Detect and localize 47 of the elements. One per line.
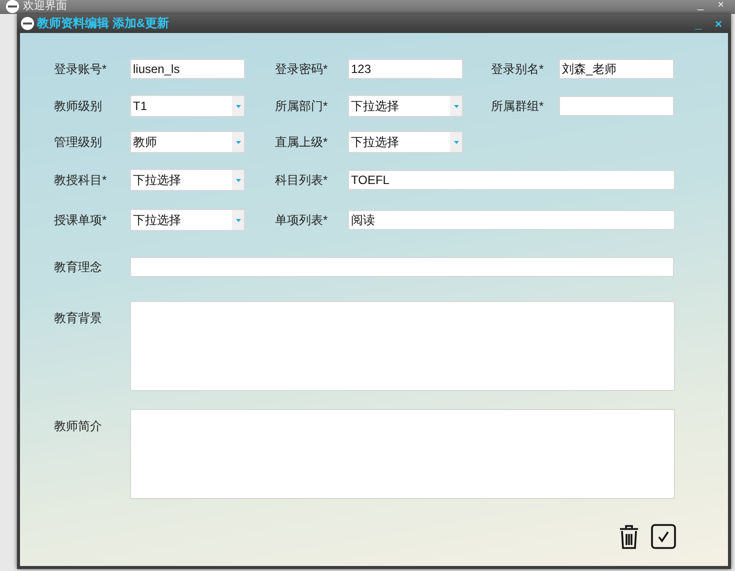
trash-icon xyxy=(619,524,639,548)
logo-icon xyxy=(21,17,34,30)
field-label: 教育背景 xyxy=(54,310,103,327)
text-field[interactable]: 阅读 xyxy=(348,210,675,230)
window-button[interactable]: × xyxy=(710,16,727,30)
text-field[interactable] xyxy=(559,96,674,116)
field-label: 教育理念 xyxy=(54,258,103,276)
field-label: 登录别名* xyxy=(491,60,545,78)
field-label: 单项列表* xyxy=(275,212,329,228)
dropdown[interactable]: 教师 xyxy=(130,131,245,153)
field-label: 登录账号* xyxy=(54,60,108,78)
window-button[interactable]: _ xyxy=(692,0,709,10)
text-field[interactable]: 刘森_老师 xyxy=(559,59,674,79)
field-label: 教师简介 xyxy=(54,418,103,435)
field-label: 所属群组* xyxy=(491,98,545,114)
text-area[interactable] xyxy=(130,409,675,499)
caret-icon xyxy=(236,140,240,144)
text-field[interactable]: TOEFL xyxy=(348,170,675,190)
text-field[interactable]: 123 xyxy=(348,59,463,79)
field-label: 登录密码* xyxy=(275,60,329,78)
caret-icon xyxy=(454,140,458,144)
field-label: 授课单项* xyxy=(54,212,108,228)
text-area[interactable] xyxy=(130,301,675,391)
text-field[interactable] xyxy=(130,257,674,277)
delete-button[interactable] xyxy=(619,524,639,552)
logo-icon xyxy=(6,0,19,13)
field-label: 教师级别 xyxy=(54,98,103,114)
window-title: 教师资料编辑 添加&更新 xyxy=(37,15,169,32)
dropdown[interactable]: 下拉选择 xyxy=(348,95,463,117)
field-label: 科目列表* xyxy=(275,172,329,188)
field-label: 直属上级* xyxy=(275,134,329,150)
checkbox-icon xyxy=(651,524,676,549)
window-title: 欢迎界面 xyxy=(23,0,67,12)
window-button[interactable]: _ xyxy=(690,16,707,30)
dropdown[interactable]: T1 xyxy=(130,95,245,117)
dropdown[interactable]: 下拉选择 xyxy=(130,209,245,231)
caret-icon xyxy=(236,218,240,222)
caret-icon xyxy=(236,178,240,182)
caret-icon xyxy=(236,104,240,108)
field-label: 管理级别 xyxy=(54,134,103,150)
dropdown[interactable]: 下拉选择 xyxy=(348,131,463,153)
dropdown[interactable]: 下拉选择 xyxy=(130,169,245,191)
caret-icon xyxy=(454,104,458,108)
confirm-button[interactable] xyxy=(651,524,676,552)
field-label: 所属部门* xyxy=(275,98,329,114)
text-field[interactable]: liusen_ls xyxy=(130,59,245,79)
field-label: 教授科目* xyxy=(54,172,108,188)
